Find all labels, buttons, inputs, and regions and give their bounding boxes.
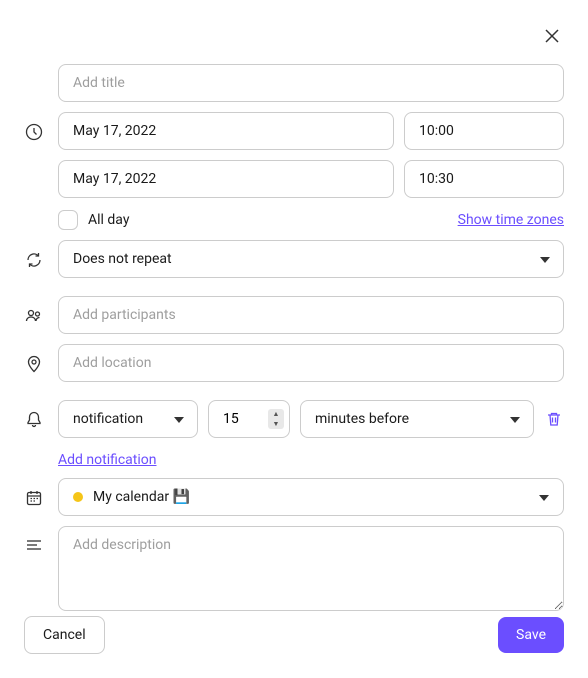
repeat-select-value: Does not repeat	[58, 240, 564, 278]
save-button[interactable]: Save	[498, 617, 564, 653]
description-textarea[interactable]	[58, 526, 564, 611]
end-time-input[interactable]	[404, 160, 564, 198]
close-icon	[544, 28, 560, 44]
add-notification-link[interactable]: Add notification	[58, 452, 157, 468]
start-time-input[interactable]	[404, 112, 564, 150]
clock-icon	[24, 122, 44, 142]
end-date-input[interactable]	[58, 160, 394, 198]
notification-unit-select[interactable]: minutes before	[300, 400, 534, 438]
stepper-down[interactable]: ▼	[268, 419, 284, 429]
title-input[interactable]	[58, 64, 564, 102]
stepper-up[interactable]: ▲	[268, 409, 284, 419]
close-button[interactable]	[540, 24, 564, 48]
show-time-zones-link[interactable]: Show time zones	[458, 212, 564, 228]
notification-type-value: notification	[58, 400, 198, 438]
calendar-color-dot	[73, 492, 83, 502]
chevron-down-icon	[539, 489, 549, 505]
calendar-label: My calendar 💾	[93, 489, 529, 505]
delete-notification-button[interactable]	[544, 409, 564, 429]
notification-type-select[interactable]: notification	[58, 400, 198, 438]
calendar-select[interactable]: My calendar 💾	[58, 478, 564, 516]
notification-unit-value: minutes before	[300, 400, 534, 438]
bell-icon	[24, 410, 44, 430]
cancel-button[interactable]: Cancel	[24, 616, 105, 654]
quantity-stepper[interactable]: ▲ ▼	[268, 409, 284, 429]
participants-input[interactable]	[58, 296, 564, 334]
participants-icon	[24, 306, 44, 326]
start-date-input[interactable]	[58, 112, 394, 150]
trash-icon	[546, 411, 562, 427]
all-day-label: All day	[88, 212, 129, 228]
location-icon	[24, 354, 44, 374]
all-day-checkbox[interactable]	[58, 210, 78, 230]
repeat-icon	[24, 250, 44, 270]
description-icon	[24, 536, 44, 556]
location-input[interactable]	[58, 344, 564, 382]
calendar-icon	[24, 488, 44, 508]
repeat-select[interactable]: Does not repeat	[58, 240, 564, 278]
